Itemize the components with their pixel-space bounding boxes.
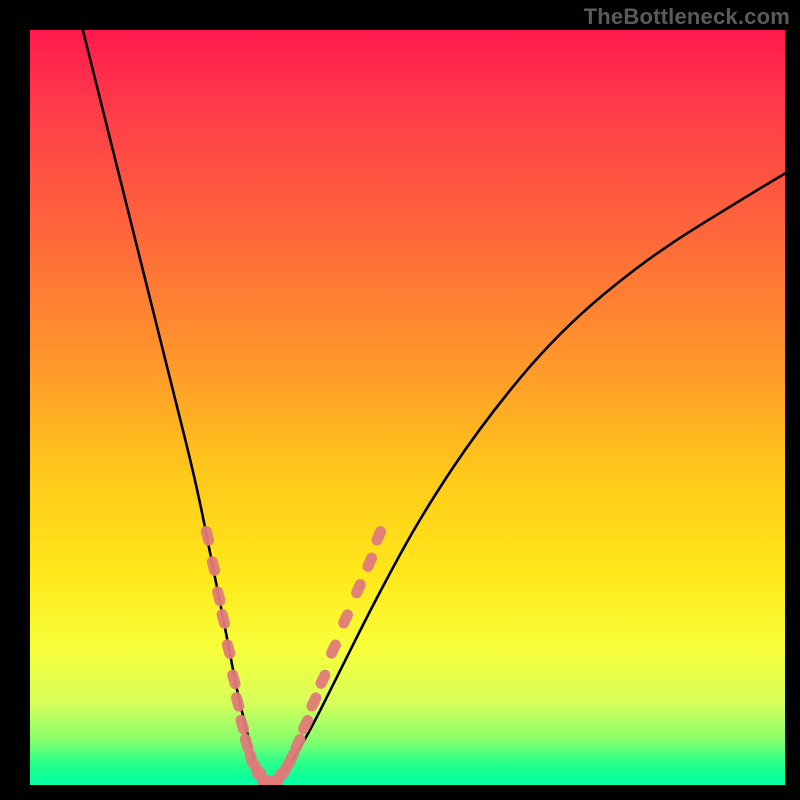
highlighted-point: [324, 638, 343, 661]
highlighted-point: [314, 668, 333, 691]
highlighted-point: [349, 577, 367, 600]
highlighted-point: [221, 638, 237, 660]
plot-area: [30, 30, 785, 785]
highlighted-point: [226, 668, 242, 690]
highlighted-point: [211, 585, 227, 607]
watermark-text: TheBottleneck.com: [584, 4, 790, 30]
highlighted-point: [200, 525, 216, 547]
highlighted-points-group: [200, 524, 388, 785]
highlighted-point: [361, 551, 379, 574]
bottleneck-curve: [83, 30, 785, 781]
highlighted-point: [336, 608, 354, 631]
highlighted-point: [230, 691, 246, 713]
highlighted-point: [370, 524, 388, 547]
bottleneck-curve-svg: [30, 30, 785, 785]
chart-frame: TheBottleneck.com: [0, 0, 800, 800]
highlighted-point: [215, 608, 231, 630]
highlighted-point: [206, 555, 222, 577]
